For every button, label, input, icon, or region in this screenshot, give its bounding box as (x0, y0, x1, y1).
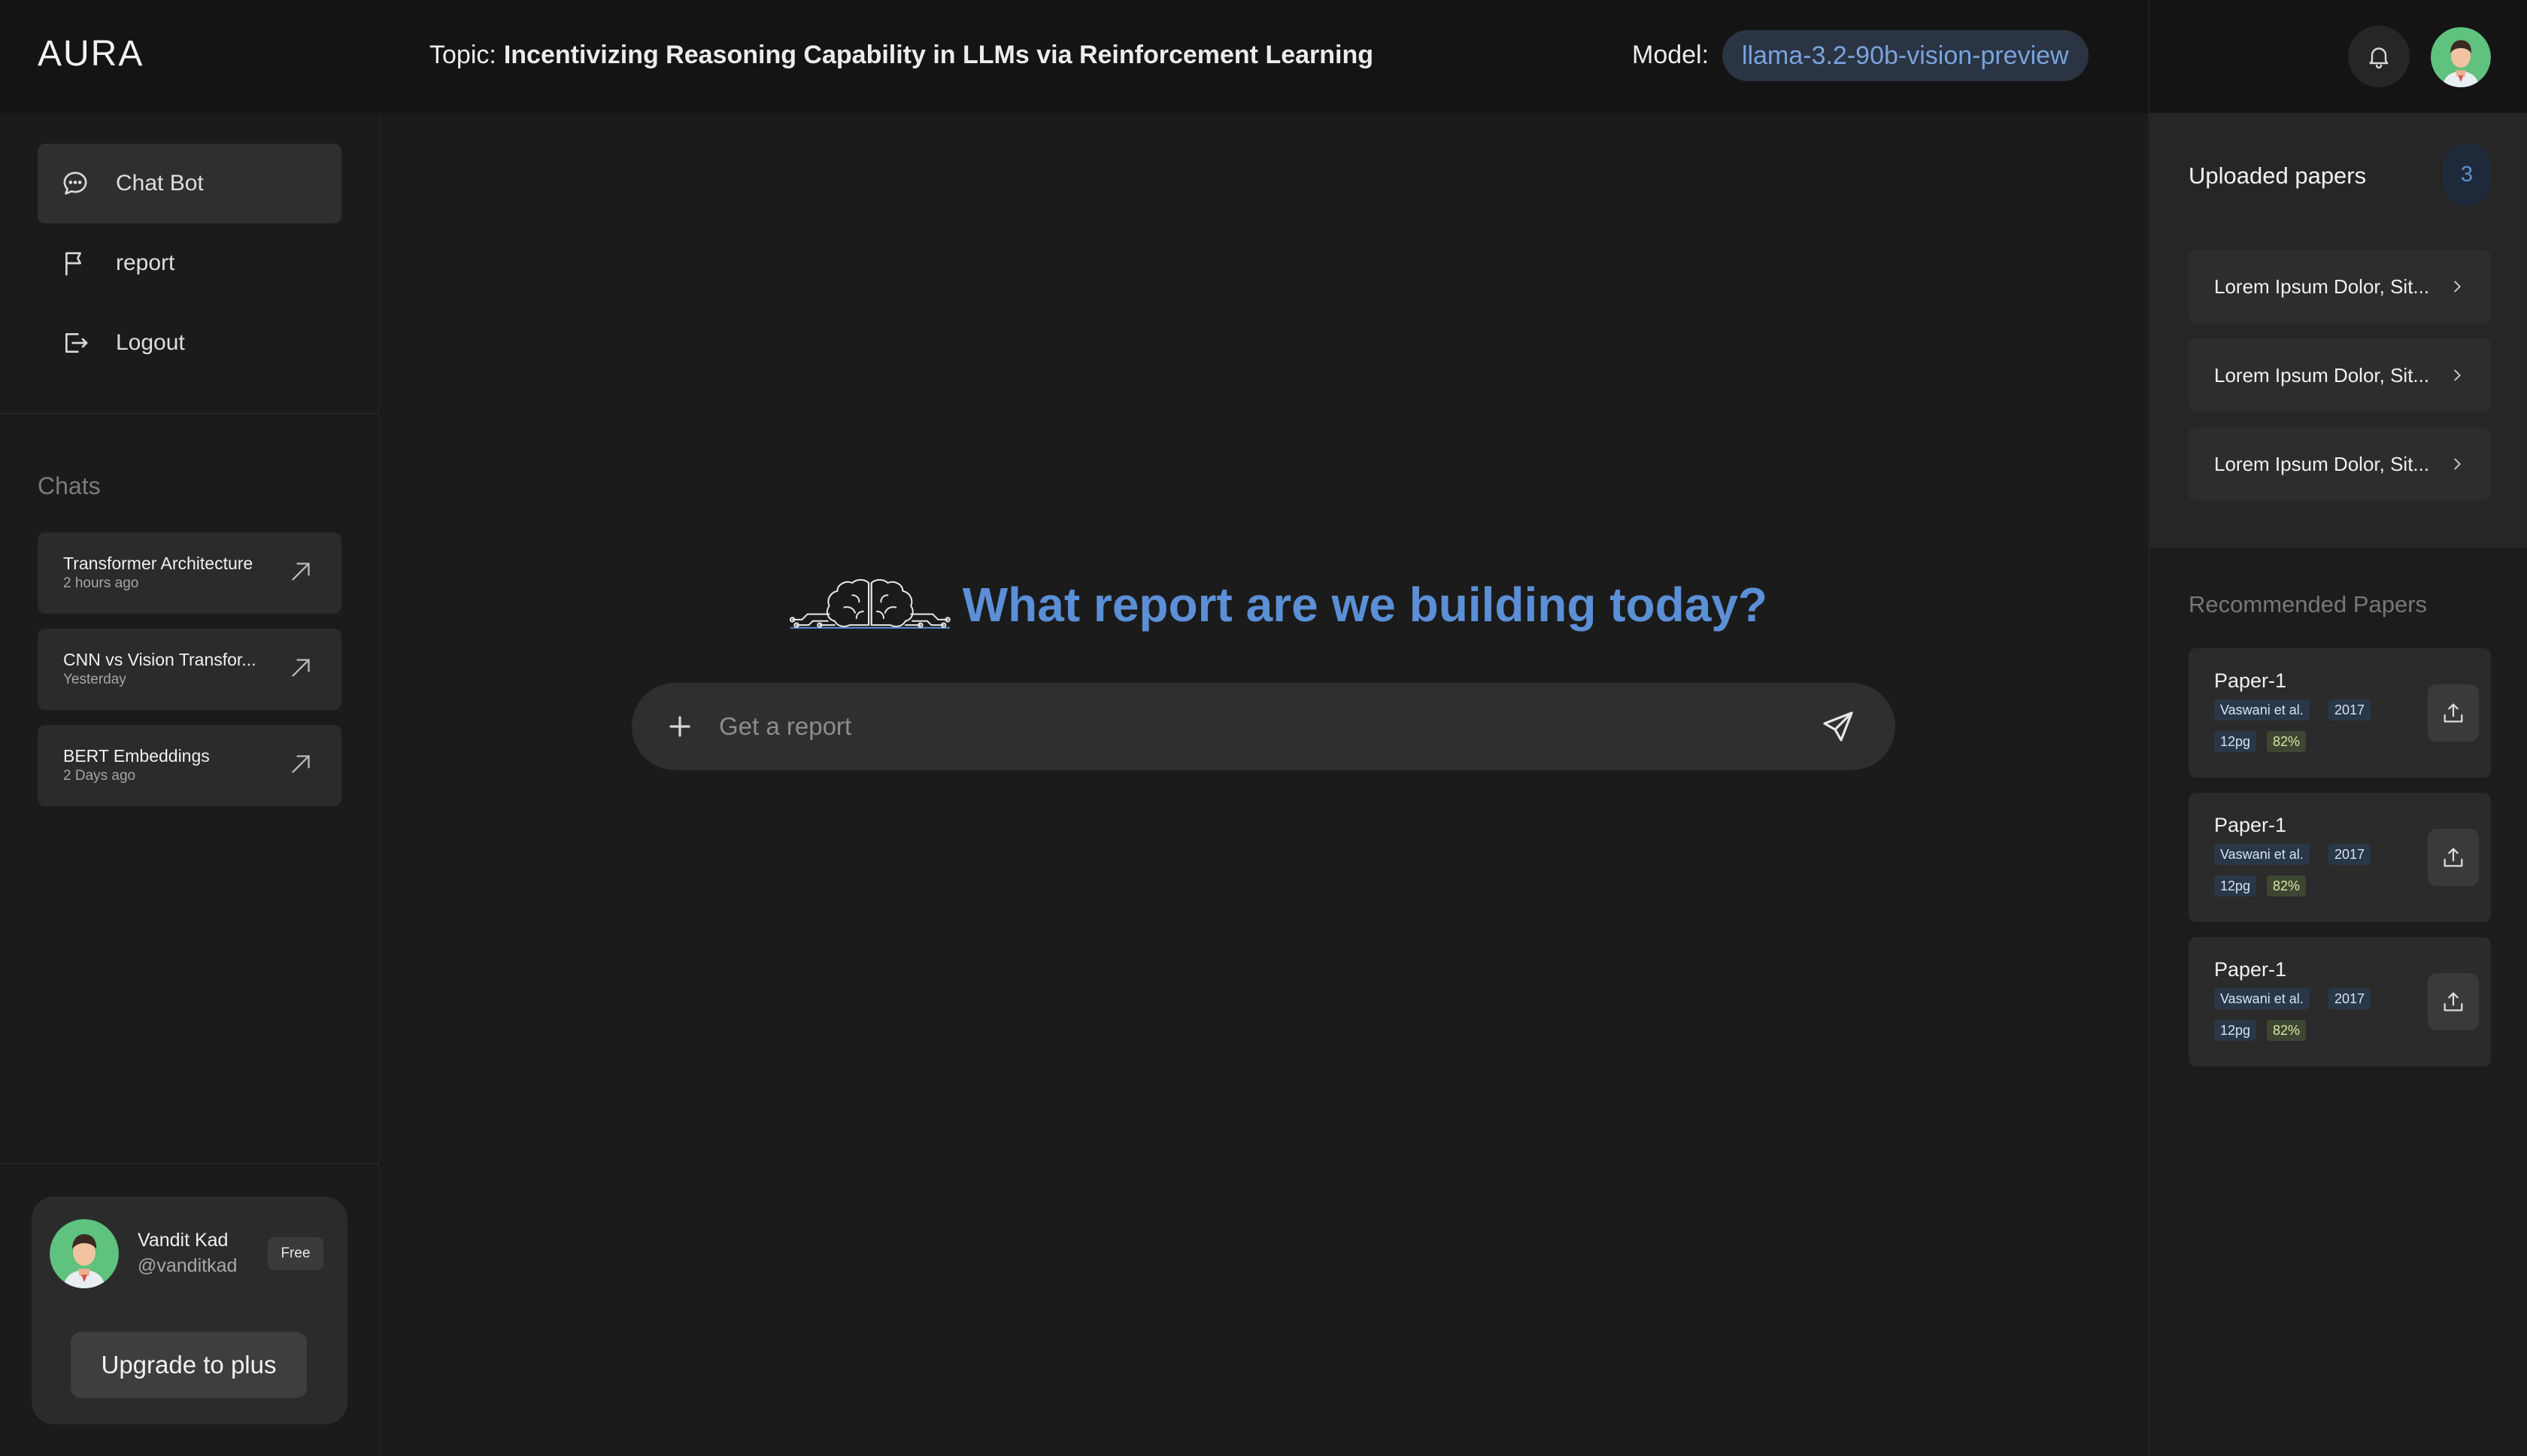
topic-label: Topic: (429, 41, 496, 69)
user-avatar-icon (2431, 27, 2491, 87)
pages-tag: 12pg (2214, 731, 2257, 752)
chat-title: Transformer Architecture (63, 554, 253, 573)
paper-name: Paper-1 (2214, 814, 2287, 836)
uploaded-papers-title: Uploaded papers (2189, 162, 2367, 189)
top-bar: AURA Topic: Incentivizing Reasoning Capab… (0, 0, 2148, 113)
flag-icon (65, 252, 81, 276)
right-panel-header (2149, 0, 2527, 113)
chevron-right-icon (2454, 281, 2461, 293)
uploaded-count-badge: 3 (2443, 143, 2491, 206)
match-tag: 82% (2267, 731, 2307, 752)
sidebar-divider (0, 1163, 380, 1164)
arrow-up-right-icon[interactable] (287, 654, 314, 681)
chat-item[interactable]: CNN vs Vision Transfor... Yesterday (38, 629, 341, 710)
chevron-right-icon (2454, 458, 2461, 470)
nav-chat-bot-label: Chat Bot (116, 171, 204, 196)
topic-value: Incentivizing Reasoning Capability in LL… (503, 41, 1374, 69)
user-avatar-icon (50, 1219, 119, 1288)
circuit-brain-icon (790, 578, 951, 629)
authors-tag: Vaswani et al. (2214, 988, 2310, 1009)
uploaded-paper-item[interactable]: Lorem Ipsum Dolor, Sit... (2189, 338, 2491, 412)
upload-paper-button[interactable] (2428, 829, 2479, 886)
authors-tag: Vaswani et al. (2214, 699, 2310, 720)
chat-item[interactable]: Transformer Architecture 2 hours ago (38, 532, 341, 614)
notifications-button[interactable] (2348, 26, 2410, 87)
uploaded-paper-title: Lorem Ipsum Dolor, Sit... (2214, 363, 2430, 387)
hero-title: What report are we building today? (962, 578, 1767, 632)
model-selector[interactable]: llama-3.2-90b-vision-preview (1722, 30, 2089, 81)
year-tag: 2017 (2328, 699, 2371, 720)
uploaded-paper-title: Lorem Ipsum Dolor, Sit... (2214, 275, 2430, 298)
chat-item[interactable]: BERT Embeddings 2 Days ago (38, 725, 341, 806)
year-tag: 2017 (2328, 844, 2371, 865)
upgrade-button[interactable]: Upgrade to plus (71, 1332, 307, 1398)
recommended-paper-card[interactable]: Paper-1 Vaswani et al. 2017 12pg 82% (2189, 648, 2491, 778)
model-label: Model: (1632, 41, 1709, 69)
upload-icon (2444, 703, 2463, 723)
recommended-paper-card[interactable]: Paper-1 Vaswani et al. 2017 12pg 82% (2189, 937, 2491, 1066)
plus-icon[interactable] (662, 708, 698, 745)
right-panel: Uploaded papers 3 Lorem Ipsum Dolor, Sit… (2148, 0, 2527, 1456)
year-tag: 2017 (2328, 988, 2371, 1009)
uploaded-paper-item[interactable]: Lorem Ipsum Dolor, Sit... (2189, 250, 2491, 323)
upload-icon (2444, 848, 2463, 867)
nav-report-label: report (116, 250, 175, 275)
profile-handle: @vanditkad (138, 1255, 238, 1276)
bell-icon (2369, 47, 2389, 69)
hero: What report are we building today? (790, 572, 1767, 638)
authors-tag: Vaswani et al. (2214, 844, 2310, 865)
pages-tag: 12pg (2214, 875, 2257, 896)
upload-paper-button[interactable] (2428, 684, 2479, 742)
upload-paper-button[interactable] (2428, 973, 2479, 1030)
nav-report[interactable]: report (38, 223, 341, 303)
profile-card: Vandit Kad @vanditkad Free Upgrade to pl… (32, 1197, 347, 1424)
arrow-up-right-icon[interactable] (287, 558, 314, 585)
chevron-right-icon (2454, 369, 2461, 381)
nav-logout-label: Logout (116, 330, 185, 355)
app-logo[interactable]: AURA (38, 33, 144, 74)
uploaded-papers-section: Uploaded papers 3 Lorem Ipsum Dolor, Sit… (2149, 113, 2527, 548)
uploaded-paper-item[interactable]: Lorem Ipsum Dolor, Sit... (2189, 427, 2491, 501)
sidebar-divider (0, 413, 380, 414)
arrow-up-right-icon[interactable] (287, 751, 314, 778)
match-tag: 82% (2267, 875, 2307, 896)
report-input-bar (632, 683, 1895, 770)
paper-name: Paper-1 (2214, 958, 2287, 981)
avatar[interactable] (2431, 27, 2491, 87)
chats-heading: Chats (38, 472, 101, 499)
avatar[interactable] (50, 1219, 119, 1288)
logout-icon (65, 333, 88, 353)
match-tag: 82% (2267, 1020, 2307, 1041)
send-icon[interactable] (1820, 708, 1856, 745)
recommended-papers-title: Recommended Papers (2189, 591, 2428, 617)
chat-title: BERT Embeddings (63, 746, 210, 766)
profile-name: Vandit Kad (138, 1230, 229, 1251)
nav-logout[interactable]: Logout (38, 303, 341, 383)
chat-title: CNN vs Vision Transfor... (63, 650, 256, 669)
nav-chat-bot[interactable]: Chat Bot (38, 144, 341, 223)
topic-display: Topic: Incentivizing Reasoning Capability… (429, 41, 1373, 70)
recommended-paper-card[interactable]: Paper-1 Vaswani et al. 2017 12pg 82% (2189, 793, 2491, 922)
chat-bubble-icon (63, 171, 87, 195)
report-input[interactable] (719, 705, 1697, 748)
plan-badge: Free (268, 1237, 323, 1270)
pages-tag: 12pg (2214, 1020, 2257, 1041)
uploaded-paper-title: Lorem Ipsum Dolor, Sit... (2214, 452, 2430, 475)
paper-name: Paper-1 (2214, 669, 2287, 692)
upload-icon (2444, 992, 2463, 1012)
